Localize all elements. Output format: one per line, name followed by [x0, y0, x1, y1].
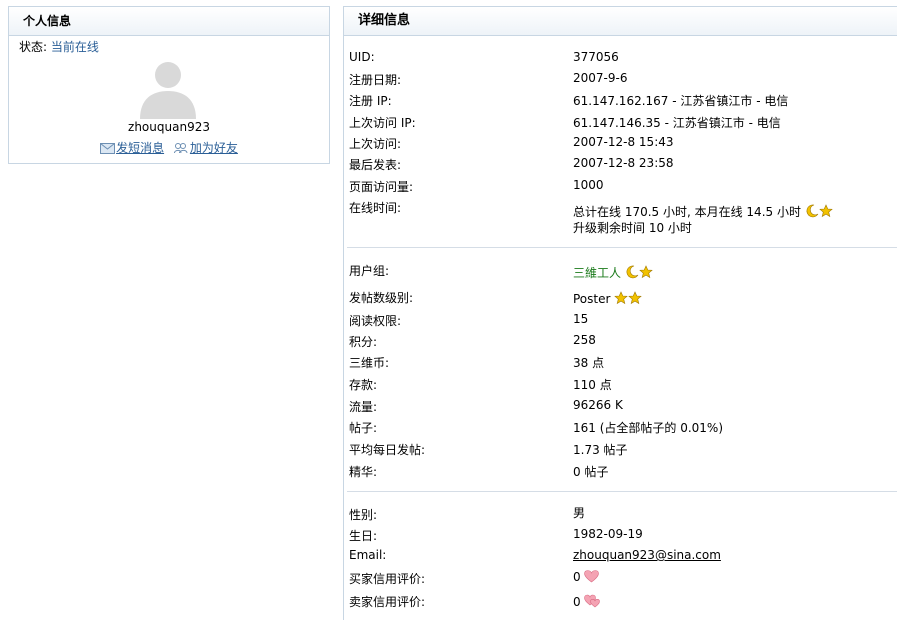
gender-label: 性别:: [349, 508, 378, 522]
status-label: 状态:: [19, 40, 48, 54]
uid-label: UID:: [349, 50, 375, 64]
message-icon: [100, 143, 116, 154]
buyer-credit-score: 0: [573, 570, 581, 584]
email-value: zhouquan923@sina.com: [573, 548, 721, 562]
last-ip-value: 61.147.146.35 - 江苏省镇江市 - 电信: [573, 116, 781, 130]
reg-date-label: 注册日期:: [349, 73, 402, 87]
traffic-value: 96266 K: [573, 398, 623, 412]
last-visit-value: 2007-12-8 15:43: [573, 135, 674, 149]
email-label: Email:: [349, 548, 387, 562]
reg-ip-label: 注册 IP:: [349, 94, 392, 108]
details-panel-title: 详细信息: [344, 7, 897, 36]
star-icon: [628, 291, 643, 305]
section-divider-1: [347, 247, 897, 248]
details-panel: 详细信息 UID: 377056 注册日期: 2007-9-6 注册 IP: 6…: [343, 6, 897, 620]
read-perm-value: 15: [573, 312, 589, 326]
star-icon: [819, 204, 833, 218]
posts-value: 161 (占全部帖子的 0.01%): [573, 421, 724, 435]
section-divider-2: [347, 491, 897, 492]
post-level-label: 发帖数级别:: [349, 291, 414, 305]
buyer-credit-label: 买家信用评价:: [349, 572, 426, 586]
status-line: 状态: 当前在线: [19, 38, 99, 55]
moon-icon: [806, 204, 819, 218]
online-time-label: 在线时间:: [349, 201, 402, 215]
read-perm-label: 阅读权限:: [349, 314, 402, 328]
avatar-placeholder: [140, 62, 196, 119]
posts-label: 帖子:: [349, 421, 378, 435]
digest-label: 精华:: [349, 465, 378, 479]
buyer-credit-value: 0: [573, 570, 600, 584]
uid-value: 377056: [573, 50, 619, 64]
last-post-value: 2007-12-8 23:58: [573, 156, 674, 170]
traffic-label: 流量:: [349, 400, 378, 414]
status-value-link[interactable]: 当前在线: [51, 40, 99, 54]
heart-icon: [584, 594, 601, 608]
user-group-name: 三維工人: [573, 266, 622, 280]
upgrade-remaining: 升级剩余时间 10 小时: [573, 221, 692, 235]
avg-posts-value: 1.73 帖子: [573, 443, 628, 457]
page-views-label: 页面访问量:: [349, 180, 414, 194]
online-time-total: 总计在线 170.5 小时, 本月在线 14.5 小时: [573, 205, 801, 219]
user-group-value: 三維工人: [573, 264, 653, 281]
last-post-label: 最后发表:: [349, 158, 402, 172]
email-link[interactable]: zhouquan923@sina.com: [573, 548, 721, 562]
avg-posts-label: 平均每日发帖:: [349, 443, 426, 457]
star-icon: [614, 291, 629, 305]
add-friend-link[interactable]: 加为好友: [173, 141, 238, 155]
profile-panel: 个人信息 状态: 当前在线 zhouquan923 发短消息 加为好友: [8, 6, 330, 164]
seller-credit-label: 卖家信用评价:: [349, 595, 426, 609]
points-value: 258: [573, 333, 596, 347]
seller-credit-value: 0: [573, 594, 601, 609]
points-label: 积分:: [349, 335, 378, 349]
birthday-value: 1982-09-19: [573, 527, 643, 541]
coins-value: 38 点: [573, 356, 605, 370]
user-group-label: 用户组:: [349, 264, 390, 278]
online-time-value: 总计在线 170.5 小时, 本月在线 14.5 小时: [573, 203, 833, 220]
last-visit-label: 上次访问:: [349, 137, 402, 151]
coins-label: 三维币:: [349, 356, 390, 370]
last-ip-label: 上次访问 IP:: [349, 116, 416, 130]
deposit-label: 存款:: [349, 378, 378, 392]
add-friend-icon: [173, 143, 188, 154]
page-views-value: 1000: [573, 178, 604, 192]
send-message-label: 发短消息: [116, 141, 165, 155]
post-level-value: Poster: [573, 291, 643, 306]
post-level-name: Poster: [573, 292, 611, 306]
digest-value: 0 帖子: [573, 465, 609, 479]
reg-ip-value: 61.147.162.167 - 江苏省镇江市 - 电信: [573, 94, 789, 108]
moon-icon: [626, 265, 639, 279]
add-friend-label: 加为好友: [189, 141, 238, 155]
reg-date-value: 2007-9-6: [573, 71, 628, 85]
send-message-link[interactable]: 发短消息: [100, 141, 164, 155]
deposit-value: 110 点: [573, 378, 612, 392]
birthday-label: 生日:: [349, 529, 378, 543]
star-icon: [639, 265, 653, 279]
username: zhouquan923: [128, 120, 210, 134]
heart-icon: [584, 570, 600, 583]
seller-credit-score: 0: [573, 595, 581, 609]
profile-panel-title: 个人信息: [9, 7, 329, 36]
gender-value: 男: [573, 506, 586, 520]
profile-actions: 发短消息 加为好友: [9, 139, 329, 156]
